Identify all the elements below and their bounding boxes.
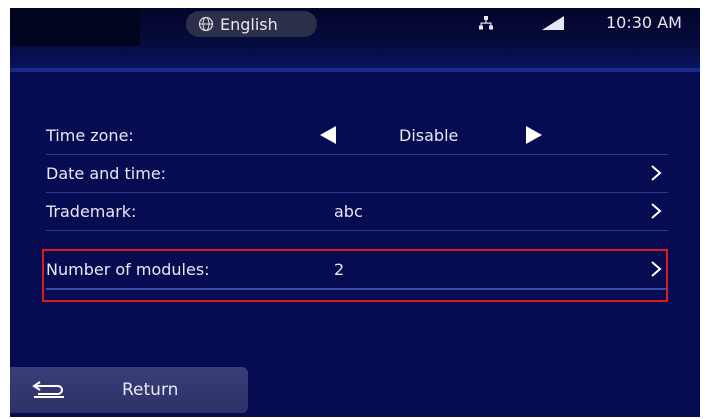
time-zone-label: Time zone: (46, 126, 134, 145)
clock: 10:30 AM (606, 13, 682, 32)
setting-row-trademark[interactable]: Trademark: abc (46, 192, 668, 231)
return-label: Return (122, 380, 179, 400)
setting-row-modules[interactable]: Number of modules: 2 (46, 250, 668, 290)
status-bar: English 10:30 AM (10, 8, 700, 72)
status-bar-divider (10, 68, 700, 72)
previous-arrow-icon[interactable] (320, 126, 338, 144)
date-time-label: Date and time: (46, 164, 167, 183)
chevron-right-icon (651, 165, 662, 181)
language-label: English (220, 14, 278, 34)
screen: English 10:30 AM Time zone: Disable Date… (10, 8, 700, 417)
modules-label: Number of modules: (46, 260, 210, 279)
chevron-right-icon (651, 203, 662, 219)
time-zone-value: Disable (399, 126, 459, 145)
globe-icon (198, 16, 214, 32)
setting-row-time-zone: Time zone: Disable (46, 116, 668, 155)
language-selector[interactable]: English (186, 11, 317, 37)
return-button[interactable]: Return (10, 367, 248, 413)
trademark-value: abc (334, 202, 363, 221)
return-arrow-icon (32, 381, 64, 398)
network-icon (479, 16, 493, 30)
trademark-label: Trademark: (46, 202, 137, 221)
status-left-area (10, 8, 140, 46)
next-arrow-icon[interactable] (524, 126, 542, 144)
modules-value: 2 (334, 260, 345, 279)
chevron-right-icon (651, 261, 662, 277)
setting-row-date-time[interactable]: Date and time: (46, 154, 668, 193)
signal-icon (542, 16, 564, 30)
